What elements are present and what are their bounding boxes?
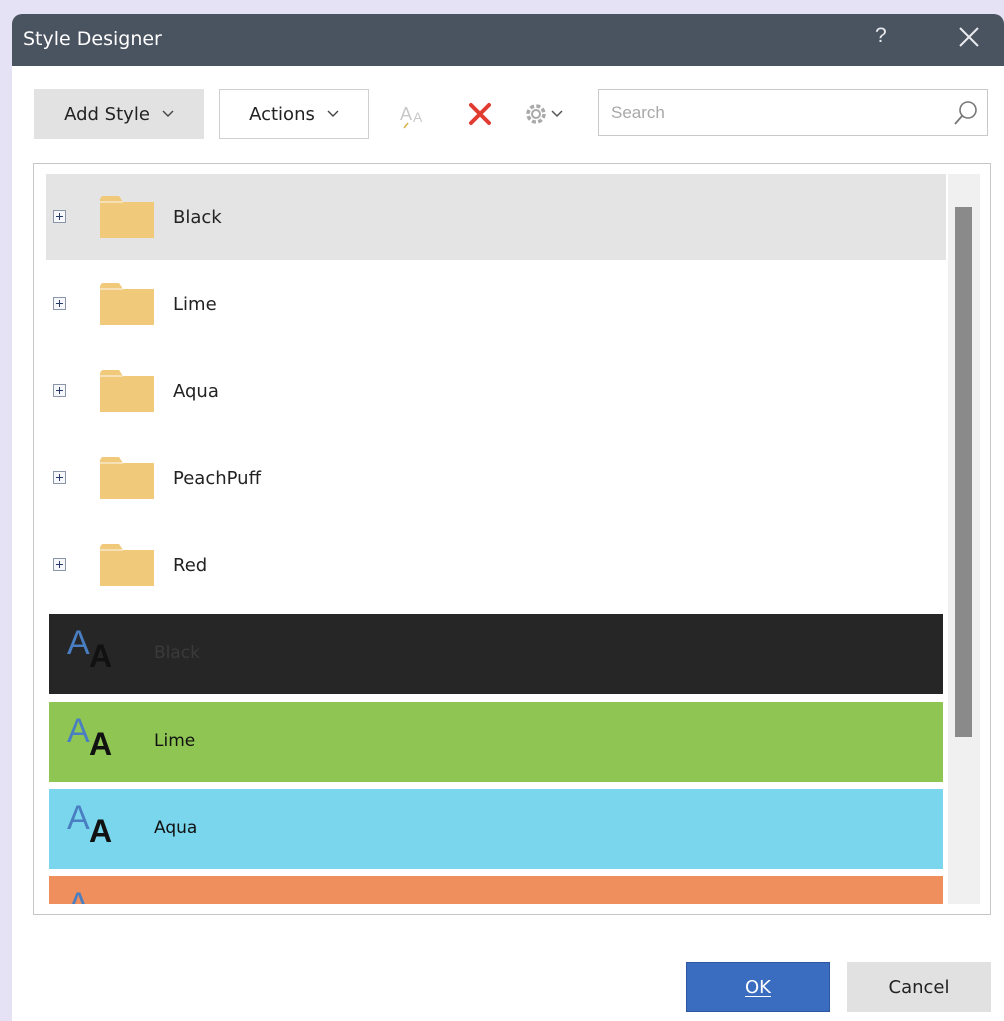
style-preview-icon: AA	[67, 712, 113, 762]
search-box[interactable]	[598, 89, 988, 136]
style-preview-icon: A	[67, 886, 127, 904]
add-style-label: Add Style	[64, 103, 150, 125]
chevron-down-icon	[327, 110, 339, 117]
folder-label: PeachPuff	[173, 468, 261, 489]
ok-button[interactable]: OK	[686, 962, 830, 1012]
chevron-down-icon	[162, 110, 174, 117]
style-row-lime[interactable]: AA Lime	[49, 702, 943, 782]
folder-icon	[100, 196, 154, 238]
search-input[interactable]	[599, 90, 939, 135]
help-button[interactable]: ?	[875, 24, 887, 48]
expand-icon[interactable]	[53, 471, 66, 484]
style-row-peachpuff[interactable]: A	[49, 876, 943, 904]
font-size-button[interactable]: A A	[398, 98, 434, 130]
scrollbar-thumb[interactable]	[955, 207, 972, 737]
folder-label: Black	[173, 207, 222, 228]
folder-icon	[100, 370, 154, 412]
folder-row-aqua[interactable]: Aqua	[46, 348, 946, 434]
style-label: Aqua	[154, 818, 198, 838]
expand-icon[interactable]	[53, 558, 66, 571]
close-icon	[959, 27, 979, 47]
style-label: Black	[154, 643, 200, 663]
add-style-button[interactable]: Add Style	[34, 89, 204, 139]
style-label: Lime	[154, 731, 196, 751]
expand-icon[interactable]	[53, 210, 66, 223]
search-icon[interactable]	[953, 100, 979, 126]
vertical-scrollbar[interactable]	[948, 174, 980, 904]
gear-icon	[526, 104, 563, 124]
style-preview-icon: AA	[67, 799, 113, 849]
style-preview-icon: AA	[67, 624, 113, 674]
svg-text:A: A	[413, 109, 423, 125]
folder-row-red[interactable]: Red	[46, 522, 946, 608]
close-button[interactable]	[956, 24, 982, 50]
folder-icon	[100, 544, 154, 586]
folder-row-peachpuff[interactable]: PeachPuff	[46, 435, 946, 521]
folder-row-black[interactable]: Black	[46, 174, 946, 260]
folder-row-lime[interactable]: Lime	[46, 261, 946, 347]
style-designer-window: Style Designer ? Add Style Actions A A S…	[12, 14, 1004, 1021]
folder-label: Lime	[173, 294, 217, 315]
expand-icon[interactable]	[53, 384, 66, 397]
window-title: Style Designer	[23, 28, 162, 50]
style-row-black[interactable]: AA Black	[49, 614, 943, 694]
folder-icon	[100, 283, 154, 325]
settings-dropdown-button[interactable]	[522, 98, 576, 130]
actions-button[interactable]: Actions	[219, 89, 369, 139]
delete-icon	[469, 103, 491, 125]
actions-label: Actions	[249, 103, 315, 125]
delete-button[interactable]	[465, 98, 501, 130]
title-bar: Style Designer ?	[12, 14, 1004, 66]
style-list: Black Lime Aqua PeachPuff Red A A Black …	[33, 163, 991, 915]
cancel-button[interactable]: Cancel	[847, 962, 991, 1012]
svg-text:A: A	[400, 104, 412, 124]
style-row-aqua[interactable]: AA Aqua	[49, 789, 943, 869]
font-size-icon: A A	[400, 104, 423, 129]
expand-icon[interactable]	[53, 297, 66, 310]
folder-label: Aqua	[173, 381, 219, 402]
folder-icon	[100, 457, 154, 499]
folder-label: Red	[173, 555, 208, 576]
